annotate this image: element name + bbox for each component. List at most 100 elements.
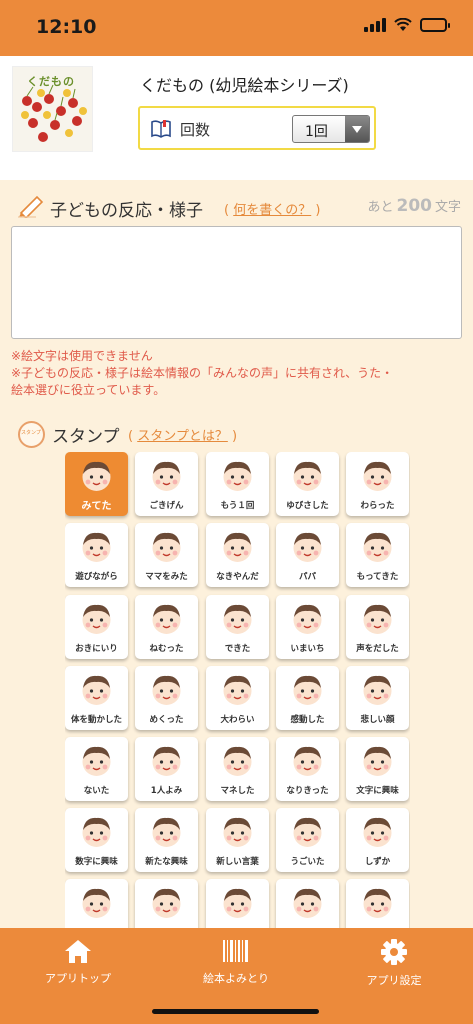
note-line: ※子どもの反応・様子は絵本情報の「みんなの声」に共有され、うた・ (11, 366, 394, 380)
stamp-label: 1人よみ (150, 786, 183, 796)
signal-icon (364, 18, 386, 32)
stamp-button[interactable]: なきやんだ (206, 523, 269, 587)
stamp-grid: みてた ごきげん もう１回 ゆびさした わらった遊びながら ママをみた なきやんだ パパ もって… (65, 452, 410, 928)
counter-prefix: あと (367, 200, 394, 215)
stamp-button[interactable]: みてた (65, 452, 128, 516)
stamp-button[interactable]: もってきた (346, 523, 409, 587)
book-header: くだもの くだもの (幼児絵本シリーズ) 回数 1回 (0, 56, 473, 180)
stamp-button[interactable]: めくった (135, 666, 198, 730)
stamp-button[interactable]: いまいち (276, 595, 339, 659)
stamp-icon (18, 421, 45, 448)
what-is-stamp-link[interactable]: スタンプとは？ (137, 429, 228, 444)
notes: ※絵文字は使用できません ※子どもの反応・様子は絵本情報の「みんなの声」に共有さ… (11, 348, 466, 399)
stamp-button[interactable]: ママをみた (135, 523, 198, 587)
stamp-label: 声をだした (356, 644, 399, 654)
stamp-button[interactable]: 新たな興味 (135, 808, 198, 872)
child-face-icon (152, 817, 181, 847)
child-face-icon (223, 604, 252, 634)
child-face-icon (363, 604, 392, 634)
stamp-label: ごきげん (149, 501, 184, 511)
child-face-icon (293, 817, 322, 847)
count-dropdown[interactable]: 1回 (292, 115, 370, 143)
child-face-icon (152, 604, 181, 634)
child-face-icon (363, 532, 392, 562)
nav-label: アプリトップ (45, 972, 111, 985)
child-face-icon (82, 746, 111, 776)
child-face-icon (363, 675, 392, 705)
gear-icon (381, 939, 407, 965)
child-face-icon (82, 461, 111, 491)
stamp-button[interactable]: 数字に興味 (65, 808, 128, 872)
stamp-label: 体を動かした (70, 715, 122, 725)
stamp-button[interactable]: 声をだした (346, 595, 409, 659)
stamp-label: おきにいり (75, 644, 118, 654)
pencil-icon (18, 195, 44, 218)
stamp-button[interactable]: 体を動かした (65, 666, 128, 730)
stamp-label: いまいち (290, 644, 325, 654)
stamp-label: パパ (298, 572, 316, 582)
nav-app-settings[interactable]: アプリ設定 (334, 938, 454, 988)
stamp-label: なきやんだ (216, 572, 259, 582)
child-face-icon (363, 746, 392, 776)
stamp-button[interactable]: 悲しい顔 (346, 666, 409, 730)
stamp-label: 数字に興味 (75, 857, 118, 867)
stamp-button[interactable] (65, 879, 128, 928)
stamp-button[interactable]: 大わらい (206, 666, 269, 730)
count-selector-box: 回数 1回 (138, 106, 376, 150)
stamp-button[interactable]: 感動した (276, 666, 339, 730)
stamp-button[interactable]: わらった (346, 452, 409, 516)
stamp-button[interactable] (206, 879, 269, 928)
counter-suffix: 文字 (434, 200, 461, 215)
stamp-label: 新しい言葉 (216, 857, 259, 867)
what-to-write-link[interactable]: 何を書くの？ (233, 203, 311, 218)
paren-open: ( (224, 203, 230, 218)
stamp-button[interactable]: ねむった (135, 595, 198, 659)
reaction-title: 子どもの反応・様子 (50, 201, 203, 221)
status-time: 12:10 (36, 16, 97, 38)
stamp-label: ねむった (149, 644, 184, 654)
stamp-button[interactable] (276, 879, 339, 928)
stamp-button[interactable]: パパ (276, 523, 339, 587)
nav-book-scan[interactable]: 絵本よみとり (176, 938, 296, 986)
count-label: 回数 (180, 121, 211, 139)
child-face-icon (82, 675, 111, 705)
stamp-button[interactable]: しずか (346, 808, 409, 872)
child-face-icon (293, 888, 322, 918)
status-icons (364, 18, 450, 32)
child-face-icon (152, 461, 181, 491)
stamp-button[interactable]: おきにいり (65, 595, 128, 659)
count-value: 1回 (305, 124, 328, 140)
stamp-button[interactable]: できた (206, 595, 269, 659)
stamp-button[interactable]: 遊びながら (65, 523, 128, 587)
stamp-button[interactable]: 文字に興味 (346, 737, 409, 801)
paren-close: ) (315, 203, 321, 218)
book-icon (151, 120, 171, 138)
stamp-button[interactable] (346, 879, 409, 928)
stamp-button[interactable]: 1人よみ (135, 737, 198, 801)
child-face-icon (293, 604, 322, 634)
stamp-button[interactable]: マネした (206, 737, 269, 801)
stamp-button[interactable]: もう１回 (206, 452, 269, 516)
child-face-icon (82, 532, 111, 562)
stamp-button[interactable]: なりきった (276, 737, 339, 801)
book-cover-image: くだもの (12, 66, 93, 152)
stamp-label: 悲しい顔 (360, 715, 395, 725)
child-face-icon (293, 461, 322, 491)
barcode-icon (223, 940, 248, 962)
child-face-icon (152, 746, 181, 776)
child-face-icon (223, 532, 252, 562)
nav-label: 絵本よみとり (203, 972, 269, 985)
stamp-button[interactable]: うごいた (276, 808, 339, 872)
stamp-label: ないた (83, 786, 110, 796)
stamp-button[interactable]: ないた (65, 737, 128, 801)
child-face-icon (363, 461, 392, 491)
nav-app-top[interactable]: アプリトップ (18, 938, 138, 986)
stamp-button[interactable]: 新しい言葉 (206, 808, 269, 872)
stamp-button[interactable]: ごきげん (135, 452, 198, 516)
reaction-textarea[interactable] (11, 226, 462, 339)
stamp-label: うごいた (290, 857, 325, 867)
stamp-label: できた (224, 644, 251, 654)
stamp-button[interactable]: ゆびさした (276, 452, 339, 516)
stamp-button[interactable] (135, 879, 198, 928)
stamp-label: ママをみた (145, 572, 188, 582)
